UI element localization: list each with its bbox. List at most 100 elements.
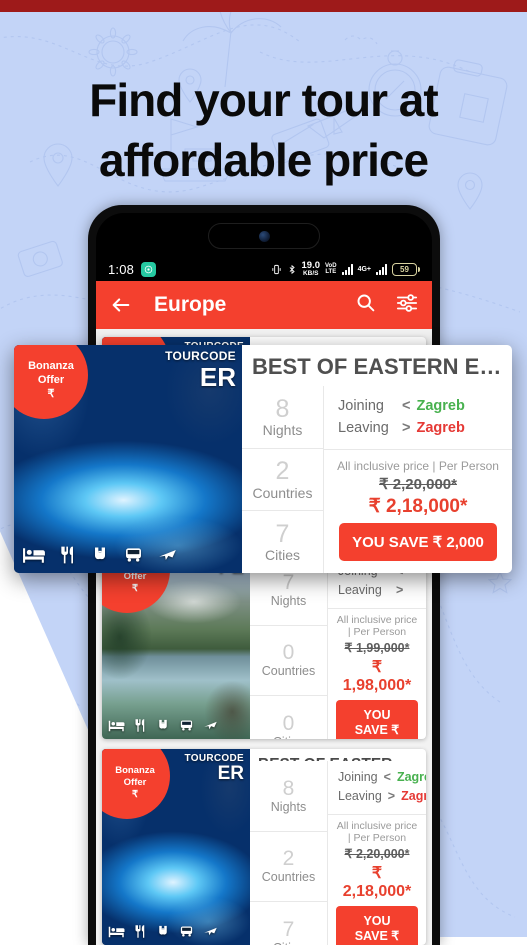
battery-tip: [418, 266, 420, 272]
price-block: All inclusive price | Per Person ₹ 2,20,…: [324, 450, 512, 573]
old-price: ₹ 2,20,000*: [379, 476, 457, 494]
amenities-row: [108, 718, 219, 733]
route-info: Joining < Zagreb Leaving > Zagreb: [324, 386, 512, 450]
battery-level: 59: [392, 262, 417, 276]
plane-icon: [204, 721, 217, 730]
cities-value: 0: [282, 711, 295, 735]
status-bar-left: 1:08: [108, 261, 157, 277]
tourcode-value: ER: [199, 362, 236, 392]
cities-value: 7: [275, 520, 290, 549]
featured-tour-card[interactable]: Bonanza Offer ₹ TOURCODE ER BEST OF EAST…: [14, 345, 512, 573]
leaving-city: Zagreb: [416, 420, 465, 437]
tour-card[interactable]: Bonanza Offer ₹ TOURCODE ER: [102, 749, 426, 945]
page-title: Find your tour at affordable price: [0, 70, 527, 190]
price-caption: All inclusive price | Per Person: [337, 459, 499, 474]
leaving-row: Leaving > Zagreb: [338, 787, 426, 806]
card-image: Bonanza Offer ₹ TOURCODE ER: [102, 749, 250, 945]
signal-bars-sim1-icon: [341, 263, 353, 275]
joining-city: Zagreb: [396, 770, 426, 784]
price-caption: All inclusive price | Per Person: [336, 613, 418, 638]
back-arrow-icon[interactable]: [110, 294, 132, 316]
stat-cities: 0 Cities: [250, 696, 327, 739]
joining-row: Joining < Zagreb: [338, 768, 426, 787]
bed-icon: [23, 547, 45, 563]
filter-sliders-icon[interactable]: [396, 292, 418, 319]
bonanza-line-2: Offer: [123, 777, 147, 789]
volte-icon: VoD LTE: [325, 263, 337, 275]
bus-icon: [180, 720, 193, 731]
cities-label: Cities: [273, 735, 304, 739]
amenities-row: [22, 545, 179, 565]
tour-title: BEST OF EASTERN EUROPE: [252, 354, 512, 379]
leaving-city: Zagreb: [401, 789, 426, 804]
old-price: ₹ 1,99,000*: [344, 640, 410, 655]
leaving-label: Leaving: [338, 420, 389, 437]
leaving-label: Leaving: [338, 583, 382, 598]
you-save-button[interactable]: YOU SAVE ₹ 2,000: [336, 905, 418, 945]
bed-icon: [108, 720, 125, 731]
bonanza-line-1: Bonanza: [115, 765, 155, 777]
app-bar-actions: [355, 292, 418, 319]
card-body: BEST OF EASTERN EUROPE 8 Nights 2 Countr…: [242, 345, 512, 573]
plane-icon: [159, 550, 176, 560]
joining-row: Joining < Zagreb: [338, 395, 498, 417]
bus-icon: [126, 548, 141, 562]
top-accent-bar: [0, 0, 527, 12]
card-image: Bonanza Offer ₹ TOURCODE ER: [14, 345, 242, 573]
card-grid: 8 Nights 2 Countries 7 Cities: [250, 761, 426, 945]
countries-label: Countries: [252, 484, 313, 501]
nights-value: 8: [275, 394, 290, 423]
signal-bars-sim2-icon: [376, 263, 387, 275]
new-price: ₹ 2,18,000*: [342, 864, 412, 900]
cities-label: Cities: [264, 547, 300, 564]
you-save-button[interactable]: YOU SAVE ₹ 2,000: [338, 523, 498, 562]
network-type-label: 4G+: [357, 265, 371, 273]
status-bar: 1:08 19.0 KB/S VoD LTE 4G+ 59: [96, 257, 432, 281]
phone-mockup-frame: 1:08 19.0 KB/S VoD LTE 4G+ 59 Europe Off…: [88, 205, 440, 945]
nights-label: Nights: [262, 421, 303, 438]
countries-label: Countries: [261, 664, 316, 679]
tourcode-caption: TOURCODE: [165, 349, 236, 363]
stat-cities: 7 Cities: [250, 902, 327, 945]
stat-nights: 8 Nights: [250, 761, 327, 832]
stat-cities: 7 Cities: [242, 511, 323, 573]
search-icon[interactable]: [355, 292, 376, 318]
bonanza-line-1: Bonanza: [28, 360, 74, 373]
vibrate-icon: [271, 263, 282, 276]
battery-icon: 59: [392, 262, 420, 276]
joining-label: Joining: [338, 398, 384, 414]
leaving-arrow-icon: >: [402, 420, 411, 437]
tour-stats: 8 Nights 2 Countries 7 Cities: [250, 761, 328, 945]
cutlery-icon: [61, 546, 73, 564]
leaving-row: Leaving >: [338, 581, 416, 600]
network-speed-unit: KB/S: [302, 270, 319, 277]
card-grid: 8 Nights 2 Countries 7 Cities Joining <: [242, 386, 512, 573]
tour-stats: 8 Nights 2 Countries 7 Cities: [242, 386, 324, 573]
app-bar: Europe: [96, 281, 432, 329]
tour-details: Joining < Zagreb Leaving > Zagreb All in…: [324, 386, 512, 573]
tour-details: Joining < Leaving >: [328, 555, 426, 739]
rupee-icon: ₹: [131, 788, 139, 800]
card-grid: 7 Nights 0 Countries 0 Cities: [250, 555, 426, 739]
phone-screen: 1:08 19.0 KB/S VoD LTE 4G+ 59 Europe Off…: [96, 213, 432, 945]
rupee-icon: ₹: [131, 582, 139, 594]
stat-countries: 0 Countries: [250, 626, 327, 697]
nights-value: 7: [282, 570, 295, 594]
heading-line-2: affordable price: [98, 134, 429, 186]
countries-label: Countries: [261, 870, 316, 885]
status-bar-right: 19.0 KB/S VoD LTE 4G+ 59: [271, 259, 420, 278]
countries-value: 2: [282, 847, 295, 871]
tour-stats: 7 Nights 0 Countries 0 Cities: [250, 555, 328, 739]
price-block: All inclusive price | Per Person ₹ 1,99,…: [328, 609, 426, 739]
bed-icon: [108, 926, 125, 937]
you-save-button[interactable]: YOU SAVE ₹ 1,000: [336, 699, 418, 739]
new-price: ₹ 1,98,000*: [342, 658, 412, 694]
tourcode-label: TOURCODE ER: [165, 349, 236, 392]
nights-label: Nights: [270, 593, 307, 608]
price-caption: All inclusive price | Per Person: [336, 819, 418, 844]
network-speed-value: 19.0: [301, 259, 321, 271]
network-speed-indicator: 19.0 KB/S: [301, 259, 321, 278]
countries-value: 2: [275, 457, 290, 486]
bonanza-line-2: Offer: [37, 374, 65, 387]
leaving-arrow-icon: >: [387, 789, 396, 804]
